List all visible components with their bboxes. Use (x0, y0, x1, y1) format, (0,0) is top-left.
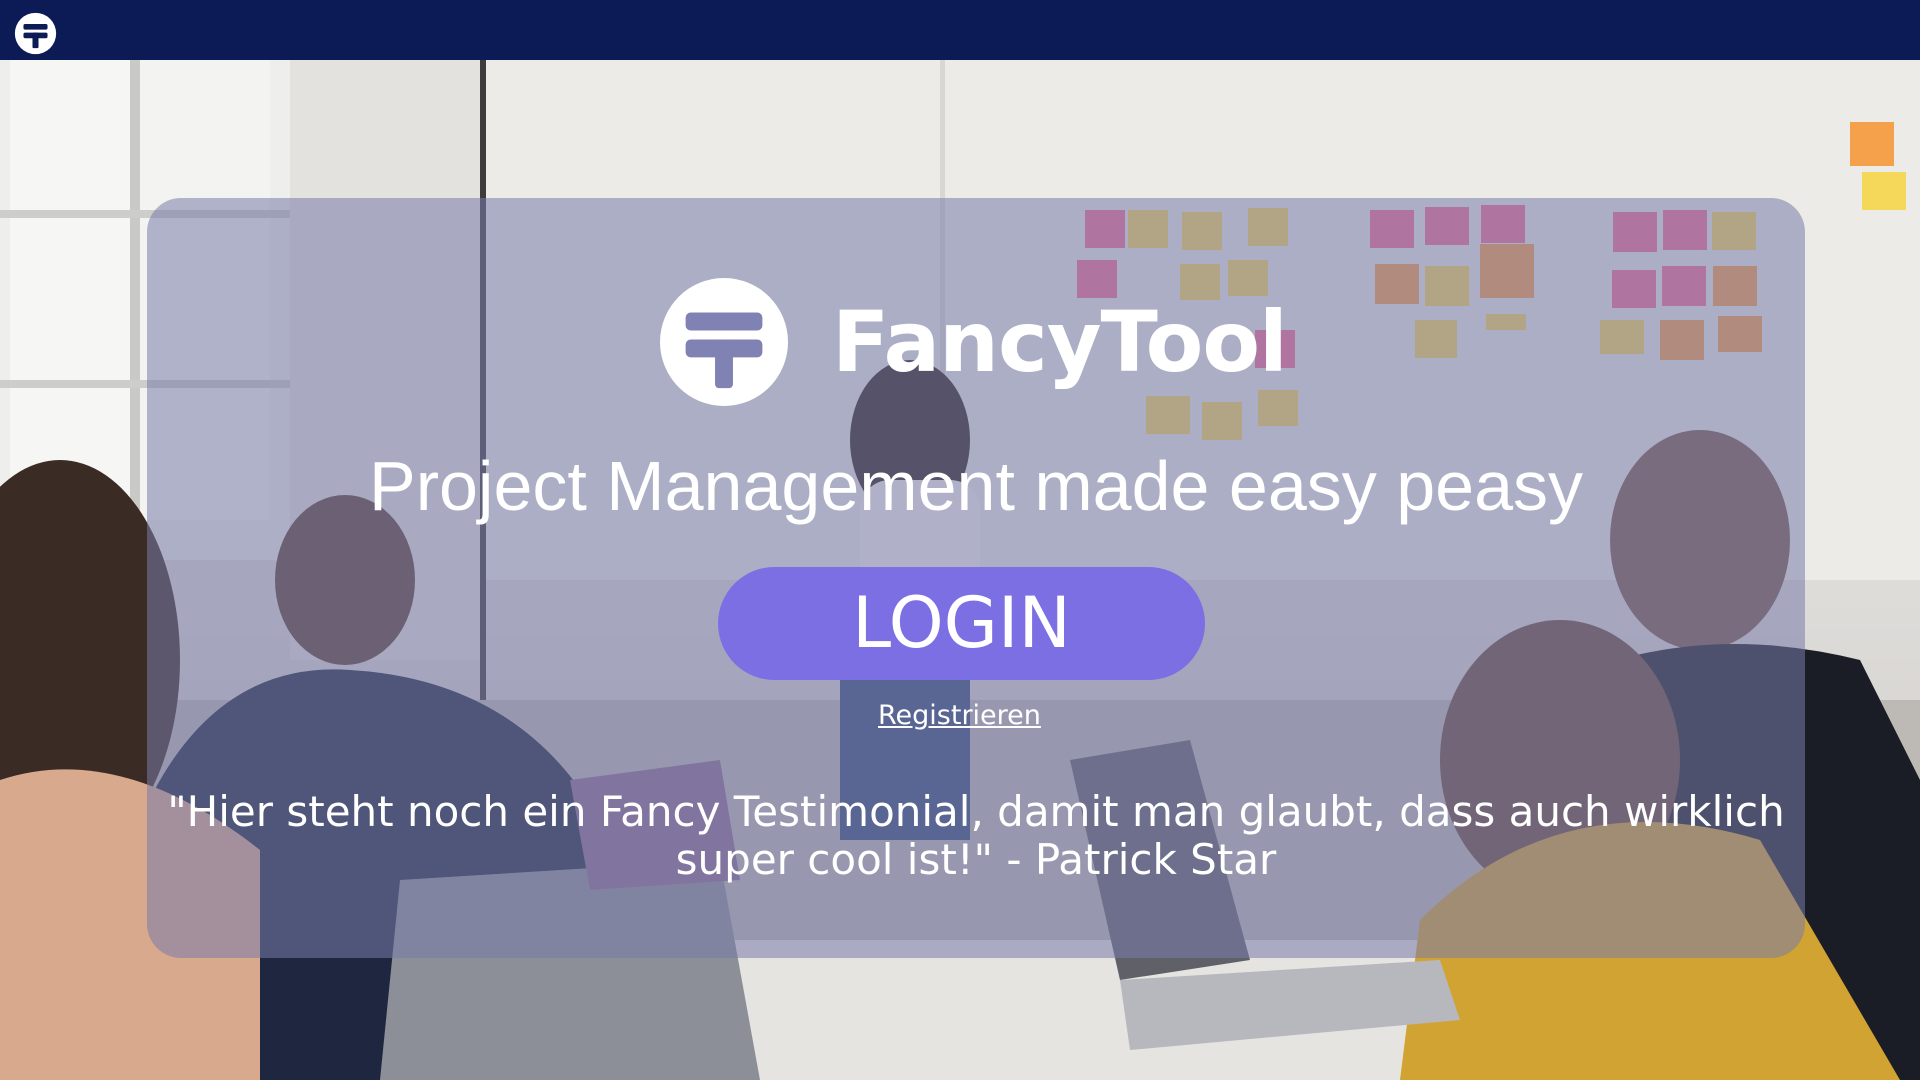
register-link[interactable]: Registrieren (878, 700, 1041, 731)
brand-header: FancyTool (660, 278, 1288, 406)
fancytool-logo-icon[interactable] (14, 12, 57, 55)
brand-name: FancyTool (832, 293, 1288, 391)
fancytool-logo-icon (660, 278, 788, 406)
login-button[interactable]: LOGIN (718, 567, 1205, 680)
testimonial-quote: "Hier steht noch ein Fancy Testimonial, … (167, 787, 1785, 884)
tagline: Project Management made easy peasy (369, 447, 1583, 525)
top-bar (0, 0, 1920, 60)
